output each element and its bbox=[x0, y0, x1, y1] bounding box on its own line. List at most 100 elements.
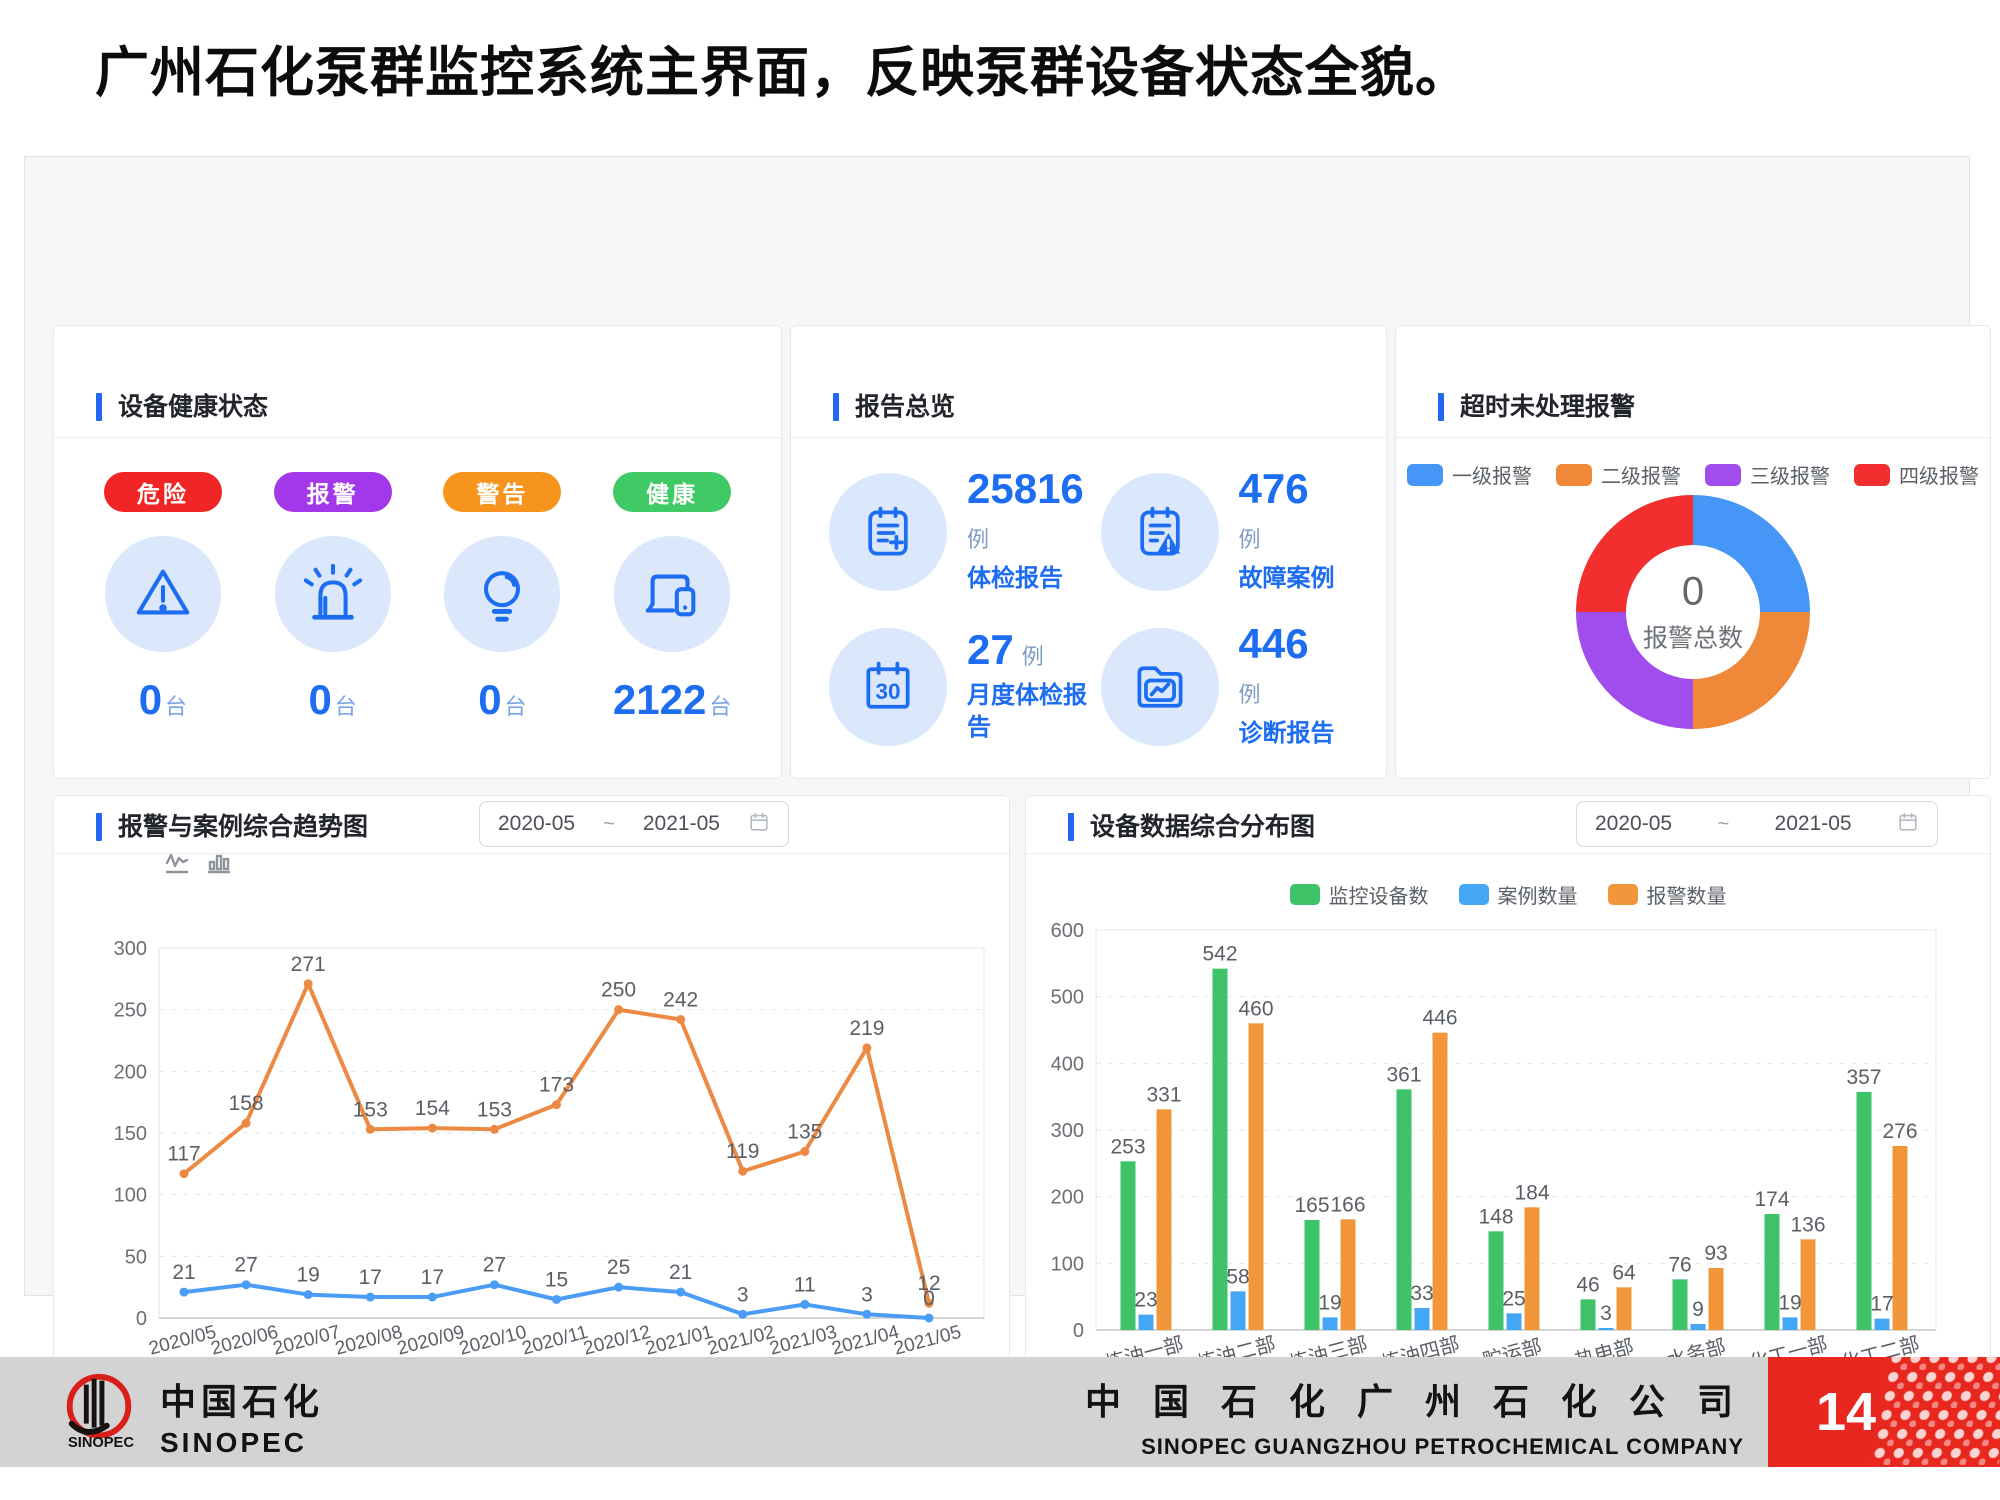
svg-text:2020/08: 2020/08 bbox=[333, 1322, 405, 1360]
health-status-pill: 警告 bbox=[443, 472, 561, 512]
bulb-icon bbox=[444, 536, 560, 652]
footer-company: 中 国 石 化 广 州 石 化 公 司 SINOPEC GUANGZHOU PE… bbox=[1085, 1373, 1744, 1460]
alarm-donut-chart: 0 报警总数 bbox=[1575, 494, 1811, 730]
svg-text:331: 331 bbox=[1146, 1083, 1181, 1106]
calendar-icon[interactable] bbox=[748, 811, 770, 838]
svg-text:119: 119 bbox=[726, 1140, 759, 1163]
date-from-value[interactable]: 2020-05 bbox=[1595, 812, 1672, 836]
health-status-pill: 危险 bbox=[104, 472, 222, 512]
report-value: 27例 bbox=[967, 629, 1087, 671]
health-count: 0台 bbox=[478, 676, 526, 724]
legend-swatch bbox=[1854, 464, 1890, 486]
distribution-legend-item-2[interactable]: 报警数量 bbox=[1608, 880, 1727, 909]
alarm-legend-item-0[interactable]: 一级报警 bbox=[1407, 460, 1532, 489]
svg-text:17: 17 bbox=[359, 1266, 382, 1289]
panel-distribution-title: 设备数据综合分布图 bbox=[1090, 814, 1315, 842]
date-to-value[interactable]: 2021-05 bbox=[1775, 812, 1852, 836]
accent-bar bbox=[1438, 393, 1444, 421]
svg-text:165: 165 bbox=[1294, 1194, 1329, 1217]
svg-text:23: 23 bbox=[1134, 1289, 1157, 1312]
svg-text:2020/06: 2020/06 bbox=[209, 1322, 281, 1360]
svg-text:242: 242 bbox=[663, 989, 698, 1012]
health-status-item-0: 危险 0台 bbox=[78, 472, 248, 724]
alarm-legend-item-1[interactable]: 二级报警 bbox=[1556, 460, 1681, 489]
panel-health: 设备健康状态 危险0台报警0台警告0台健康2122台 bbox=[53, 325, 782, 779]
alarm-legend-item-3[interactable]: 四级报警 bbox=[1854, 460, 1979, 489]
svg-text:2020/12: 2020/12 bbox=[581, 1322, 653, 1360]
svg-text:460: 460 bbox=[1238, 997, 1273, 1020]
svg-text:19: 19 bbox=[1778, 1291, 1801, 1314]
legend-label: 报警数量 bbox=[1647, 880, 1727, 909]
svg-text:2021/01: 2021/01 bbox=[643, 1322, 715, 1360]
page-root: 广州石化泵群监控系统主界面，反映泵群设备状态全貌。 设备健康状态 危险0台报警0… bbox=[0, 0, 2000, 1500]
svg-text:2021/02: 2021/02 bbox=[705, 1322, 777, 1360]
health-status-columns: 危险0台报警0台警告0台健康2122台 bbox=[78, 472, 757, 724]
date-to-value[interactable]: 2021-05 bbox=[643, 812, 720, 836]
sinopec-logo: SINOPEC bbox=[56, 1367, 142, 1458]
page-number-box: 14 bbox=[1768, 1357, 2000, 1467]
svg-text:153: 153 bbox=[353, 1098, 388, 1121]
svg-text:117: 117 bbox=[167, 1143, 200, 1166]
report-item-2: 3027例月度体检报告 bbox=[829, 609, 1101, 764]
svg-text:600: 600 bbox=[1051, 920, 1084, 942]
date-separator: ~ bbox=[603, 813, 615, 836]
svg-text:271: 271 bbox=[291, 953, 326, 976]
legend-swatch bbox=[1705, 464, 1741, 486]
health-status-item-1: 报警0台 bbox=[248, 472, 418, 724]
svg-text:25: 25 bbox=[1502, 1287, 1525, 1310]
svg-text:300: 300 bbox=[114, 938, 147, 960]
distribution-legend-item-1[interactable]: 案例数量 bbox=[1459, 880, 1578, 909]
svg-text:46: 46 bbox=[1576, 1273, 1599, 1296]
svg-text:100: 100 bbox=[114, 1185, 147, 1207]
svg-text:253: 253 bbox=[1110, 1135, 1145, 1158]
health-status-item-2: 警告 0台 bbox=[418, 472, 588, 724]
svg-text:136: 136 bbox=[1790, 1213, 1825, 1236]
svg-text:500: 500 bbox=[1051, 987, 1084, 1009]
report-unit: 例 bbox=[1239, 522, 1335, 554]
legend-swatch bbox=[1407, 464, 1443, 486]
donut-center: 0 报警总数 bbox=[1643, 570, 1743, 655]
svg-text:50: 50 bbox=[125, 1246, 147, 1268]
alarm-total-value: 0 bbox=[1643, 570, 1743, 615]
page-title: 广州石化泵群监控系统主界面，反映泵群设备状态全貌。 bbox=[95, 28, 1470, 107]
report-unit: 例 bbox=[1239, 677, 1335, 709]
legend-label: 一级报警 bbox=[1452, 460, 1532, 489]
svg-text:400: 400 bbox=[1051, 1053, 1084, 1075]
svg-text:250: 250 bbox=[114, 1000, 147, 1022]
footer-brand-en: SINOPEC bbox=[160, 1427, 324, 1459]
svg-text:446: 446 bbox=[1422, 1007, 1457, 1030]
svg-text:542: 542 bbox=[1202, 943, 1237, 966]
svg-text:15: 15 bbox=[545, 1269, 568, 1292]
svg-text:250: 250 bbox=[601, 979, 636, 1002]
health-count: 0台 bbox=[139, 676, 187, 724]
distribution-legend-item-0[interactable]: 监控设备数 bbox=[1290, 880, 1429, 909]
svg-text:300: 300 bbox=[1051, 1120, 1084, 1142]
legend-swatch bbox=[1290, 884, 1320, 905]
trend-date-range-picker[interactable]: 2020-05 ~ 2021-05 bbox=[479, 801, 789, 847]
svg-text:2021/04: 2021/04 bbox=[830, 1322, 902, 1360]
svg-text:2020/07: 2020/07 bbox=[271, 1322, 343, 1360]
legend-label: 三级报警 bbox=[1750, 460, 1830, 489]
health-status-pill: 报警 bbox=[274, 472, 392, 512]
panel-trend-chart: 报警与案例综合趋势图 2020-05 ~ 2021-05 05010015020… bbox=[53, 795, 1010, 1413]
date-from-value[interactable]: 2020-05 bbox=[498, 812, 575, 836]
svg-text:19: 19 bbox=[1318, 1291, 1341, 1314]
svg-text:200: 200 bbox=[114, 1061, 147, 1083]
folder-chart-icon bbox=[1101, 628, 1219, 746]
svg-text:SINOPEC: SINOPEC bbox=[68, 1435, 134, 1451]
panel-distribution-chart: 设备数据综合分布图 2020-05 ~ 2021-05 监控设备数 案例数量 报警数… bbox=[1025, 795, 1991, 1413]
distribution-date-range-picker[interactable]: 2020-05 ~ 2021-05 bbox=[1576, 801, 1938, 847]
svg-text:2021/05: 2021/05 bbox=[892, 1322, 964, 1360]
report-item-3: 446例诊断报告 bbox=[1101, 609, 1373, 764]
alarm-legend-item-2[interactable]: 三级报警 bbox=[1705, 460, 1830, 489]
panel-overdue-alarms-title: 超时未处理报警 bbox=[1460, 394, 1635, 422]
svg-text:33: 33 bbox=[1410, 1282, 1433, 1305]
svg-text:174: 174 bbox=[1754, 1188, 1789, 1211]
panel-reports-header: 报告总览 bbox=[791, 326, 1386, 438]
date-separator: ~ bbox=[1717, 813, 1729, 836]
clipboard-plus-icon bbox=[829, 473, 947, 591]
alarm-legend: 一级报警二级报警 三级报警四级报警 bbox=[1406, 460, 1980, 489]
health-count: 2122台 bbox=[613, 676, 731, 724]
calendar-icon[interactable] bbox=[1897, 811, 1919, 838]
dashboard: 设备健康状态 危险0台报警0台警告0台健康2122台 报告总览 25816例体检… bbox=[24, 156, 1970, 1296]
